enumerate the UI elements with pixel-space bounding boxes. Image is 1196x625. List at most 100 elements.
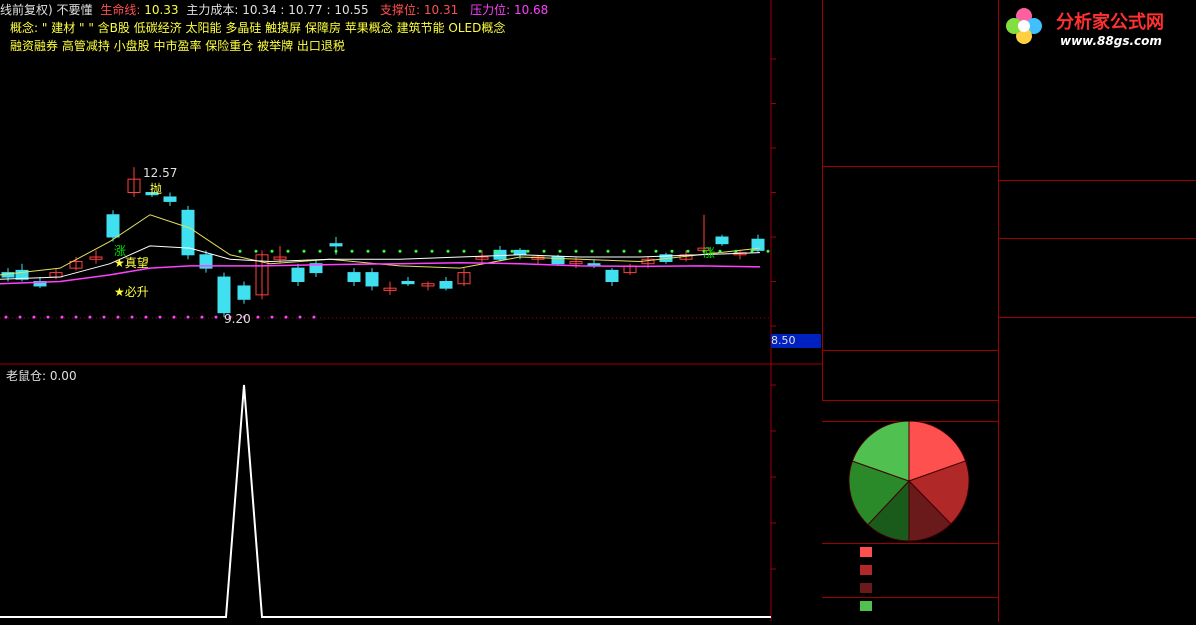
bid-row-4[interactable] (823, 222, 999, 240)
cost-value: 10.34 : 10.77 : 10.55 (242, 3, 369, 17)
bid-row-8[interactable] (823, 294, 999, 312)
bid-row-1[interactable] (823, 168, 999, 186)
bid-row-5[interactable] (823, 240, 999, 258)
ask-row-7[interactable] (823, 38, 999, 56)
adjust-mode: 线前复权) 不要懂 (0, 3, 93, 17)
candle-body (291, 267, 305, 282)
star-signal-1: ★真望 (114, 256, 149, 270)
ask-row-3[interactable] (823, 110, 999, 128)
bid-row-3[interactable] (823, 204, 999, 222)
bid-row-2[interactable] (823, 186, 999, 204)
pressure-value: 10.68 (513, 3, 549, 17)
chart-header: 线前复权) 不要懂 生命线: 10.33 主力成本: 10.34 : 10.77… (0, 1, 369, 18)
dot-marker (446, 249, 450, 253)
support-value: 10.31 (423, 3, 459, 17)
dot-marker (312, 315, 316, 319)
life-line-label: 生命线: (100, 3, 141, 17)
tick-row[interactable] (999, 373, 1196, 391)
flow-row (999, 297, 1196, 316)
tick-list[interactable] (998, 317, 1196, 622)
indicator-plot[interactable] (0, 365, 822, 621)
ask-row-1[interactable] (823, 146, 999, 164)
dot-marker (350, 249, 354, 253)
legend-divider (822, 543, 998, 544)
legend-swatch (860, 601, 872, 611)
tick-row[interactable] (999, 445, 1196, 463)
dot-marker (558, 249, 562, 253)
quote-divider (999, 238, 1196, 239)
quote-row (999, 86, 1196, 105)
candle-body (365, 272, 379, 287)
candle-body (347, 272, 361, 283)
dot-marker (670, 249, 674, 253)
dot-marker (102, 315, 106, 319)
price-chart[interactable]: 线前复权) 不要懂 生命线: 10.33 主力成本: 10.34 : 10.77… (0, 0, 822, 365)
ask-row-4[interactable] (823, 92, 999, 110)
concept-line-2: 融资融券 高管减持 小盘股 中市盈率 保险重仓 被举牌 出口退税 (10, 39, 345, 53)
ask-row-5[interactable] (823, 74, 999, 92)
ask-row-8[interactable] (823, 20, 999, 38)
dot-marker (200, 315, 204, 319)
tick-row[interactable] (999, 517, 1196, 535)
indicator-chart[interactable]: 老鼠仓: 0.00 (0, 365, 822, 621)
dot-marker (686, 249, 690, 253)
dot-marker (510, 249, 514, 253)
tick-row[interactable] (999, 427, 1196, 445)
tick-row[interactable] (999, 535, 1196, 553)
tick-row[interactable] (999, 607, 1196, 625)
quote-row (999, 162, 1196, 181)
bid-row-10[interactable] (823, 330, 999, 348)
dot-marker (590, 249, 594, 253)
tick-row[interactable] (999, 589, 1196, 607)
tick-row[interactable] (999, 499, 1196, 517)
bid-row-9[interactable] (823, 312, 999, 330)
ask-row-9[interactable] (823, 2, 999, 20)
dot-marker (318, 249, 322, 253)
legend-swatch (860, 547, 872, 557)
quote-panel (998, 0, 1196, 320)
quote-row (999, 105, 1196, 124)
tick-row[interactable] (999, 553, 1196, 571)
support-pressure: 支撑位: 10.31 压力位: 10.68 (380, 1, 548, 18)
dot-marker (734, 249, 738, 253)
dot-marker (4, 315, 8, 319)
bid-row-6[interactable] (823, 258, 999, 276)
dot-marker (302, 249, 306, 253)
dot-marker (270, 315, 274, 319)
dot-marker (116, 315, 120, 319)
dot-marker (130, 315, 134, 319)
legend-swatch (860, 583, 872, 593)
star-signal-2: ★必升 (114, 285, 149, 299)
tick-row[interactable] (999, 409, 1196, 427)
ask-row-2[interactable] (823, 128, 999, 146)
dot-marker (638, 249, 642, 253)
sell-signal: 抛 (150, 182, 163, 196)
tick-row[interactable] (999, 337, 1196, 355)
dot-marker (60, 315, 64, 319)
flow-row (999, 259, 1196, 278)
dot-marker (270, 249, 274, 253)
tick-row[interactable] (999, 319, 1196, 337)
flow-row (999, 240, 1196, 259)
tick-row[interactable] (999, 355, 1196, 373)
tick-row[interactable] (999, 463, 1196, 481)
tick-row[interactable] (999, 391, 1196, 409)
bid-row-7[interactable] (823, 276, 999, 294)
candlestick-chart[interactable] (0, 0, 822, 365)
pressure-label: 压力位: (470, 3, 511, 17)
indicator-title: 老鼠仓: 0.00 (6, 369, 77, 383)
bottom-tabs (822, 400, 998, 422)
concept-line-1: 概念: " 建材 " " 含B股 低碳经济 太阳能 多晶硅 触摸屏 保障房 苹果… (10, 21, 506, 35)
tick-row[interactable] (999, 571, 1196, 589)
dot-marker (214, 315, 218, 319)
candle-body (329, 243, 343, 247)
quote-row (999, 206, 1196, 225)
dot-marker (298, 315, 302, 319)
flow-row (999, 278, 1196, 297)
quote-row (999, 67, 1196, 86)
capital-flow-pie (848, 420, 970, 542)
dot-marker (256, 315, 260, 319)
tick-row[interactable] (999, 481, 1196, 499)
ask-row-6[interactable] (823, 56, 999, 74)
book-divider (823, 350, 999, 351)
